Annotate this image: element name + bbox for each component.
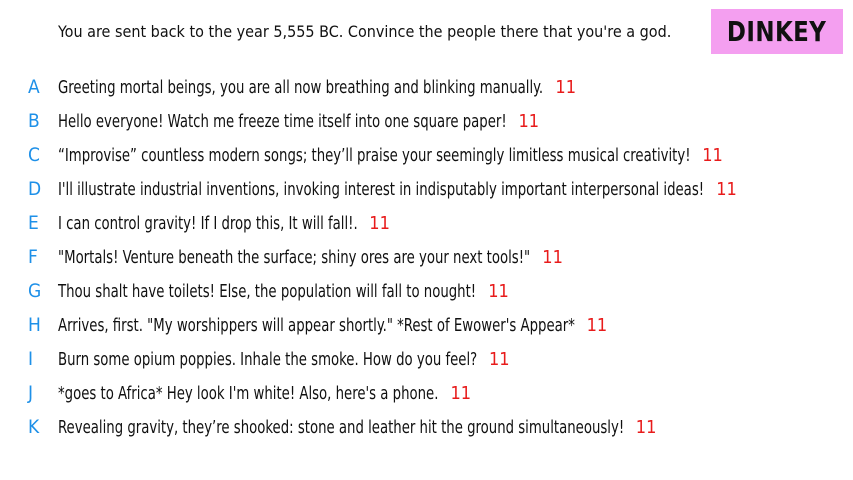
answer-text: Burn some opium poppies. Inhale the smok… (58, 348, 478, 370)
answer-row-f[interactable]: F "Mortals! Venture beneath the surface;… (0, 240, 853, 274)
answer-score: 11 (489, 348, 510, 370)
answer-row-j[interactable]: J *goes to Africa* Hey look I'm white! A… (0, 376, 853, 410)
answer-row-k[interactable]: K Revealing gravity, they’re shooked: st… (0, 410, 853, 444)
answer-score: 11 (518, 110, 540, 132)
answer-letter: I (28, 348, 34, 370)
answer-letter: J (28, 382, 34, 404)
answer-text: “Improvise” countless modern songs; they… (58, 144, 691, 166)
prompt-text: You are sent back to the year 5,555 BC. … (58, 22, 672, 41)
answer-text: Arrives, first. "My worshippers will app… (58, 314, 575, 336)
answer-text: Revealing gravity, they’re shooked: ston… (58, 416, 625, 438)
answer-score: 11 (542, 246, 563, 268)
answer-row-h[interactable]: H Arrives, first. "My worshippers will a… (0, 308, 853, 342)
answer-letter: H (28, 314, 41, 336)
answer-score: 11 (702, 144, 723, 166)
answer-letter: A (28, 76, 40, 98)
answer-row-g[interactable]: G Thou shalt have toilets! Else, the pop… (0, 274, 853, 308)
answer-row-d[interactable]: D I'll illustrate industrial inventions,… (0, 172, 853, 206)
answer-row-b[interactable]: B Hello everyone! Watch me freeze time i… (0, 104, 853, 138)
answer-text: I'll illustrate industrial inventions, i… (58, 178, 705, 200)
player-name: DINKEY (727, 15, 827, 48)
player-name-badge: DINKEY (711, 9, 843, 54)
answer-score: 11 (586, 314, 608, 336)
answer-letter: F (28, 246, 38, 268)
answer-score: 11 (450, 382, 472, 404)
answer-score: 11 (488, 280, 509, 302)
answer-score: 11 (369, 212, 390, 234)
answer-row-i[interactable]: I Burn some opium poppies. Inhale the sm… (0, 342, 853, 376)
answer-letter: D (28, 178, 42, 200)
answer-text: I can control gravity! If I drop this, I… (58, 212, 358, 234)
answer-score: 11 (635, 416, 657, 438)
answer-text: Greeting mortal beings, you are all now … (58, 76, 544, 98)
answer-row-e[interactable]: E I can control gravity! If I drop this,… (0, 206, 853, 240)
answer-score: 11 (716, 178, 737, 200)
answer-text: Thou shalt have toilets! Else, the popul… (58, 280, 477, 302)
answer-letter: B (28, 110, 40, 132)
answer-row-a[interactable]: A Greeting mortal beings, you are all no… (0, 70, 853, 104)
answer-text: "Mortals! Venture beneath the surface; s… (58, 246, 531, 268)
answer-row-c[interactable]: C “Improvise” countless modern songs; th… (0, 138, 853, 172)
answer-letter: E (28, 212, 39, 234)
answer-letter: G (28, 280, 42, 302)
answer-text: *goes to Africa* Hey look I'm white! Als… (58, 382, 439, 404)
answer-text: Hello everyone! Watch me freeze time its… (58, 110, 507, 132)
answer-letter: C (28, 144, 40, 166)
answer-score: 11 (555, 76, 576, 98)
answer-letter: K (28, 416, 40, 438)
